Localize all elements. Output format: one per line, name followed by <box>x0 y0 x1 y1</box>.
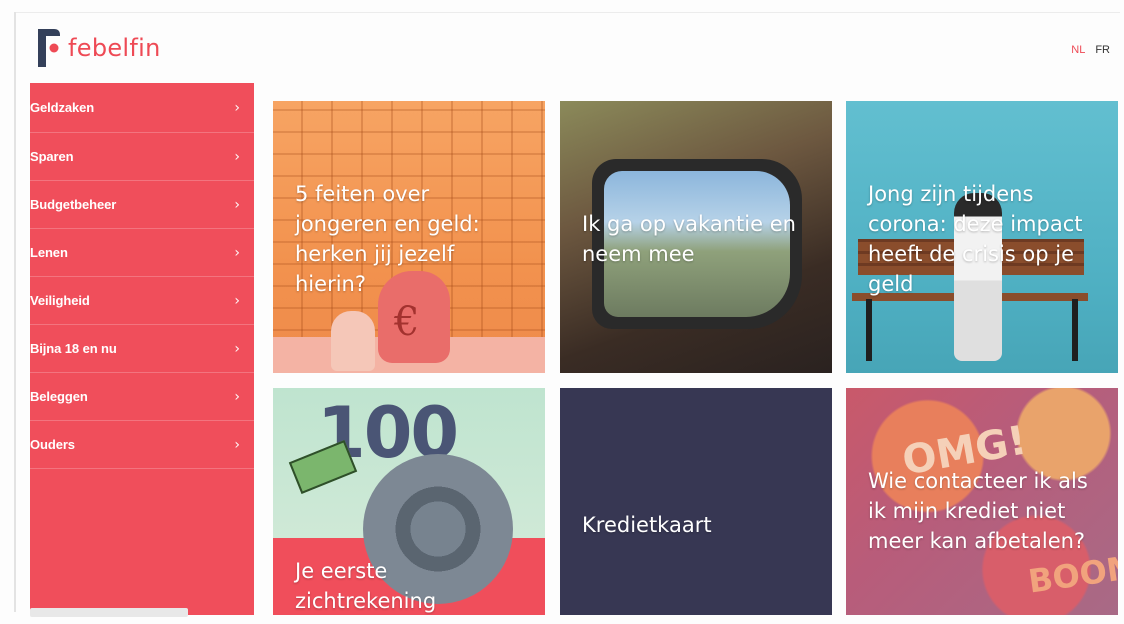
sidebar-item-geldzaken[interactable]: Geldzaken › <box>30 83 254 133</box>
chevron-right-icon: › <box>234 148 240 165</box>
sidebar-item-lenen[interactable]: Lenen › <box>30 229 254 277</box>
chevron-right-icon: › <box>234 436 240 453</box>
sidebar-item-label: Veiligheid <box>30 293 90 308</box>
sidebar-item-budgetbeheer[interactable]: Budgetbeheer › <box>30 181 254 229</box>
sidebar-item-label: Beleggen <box>30 389 88 404</box>
card-title: Jong zijn tijdens corona: deze impact he… <box>868 182 1083 296</box>
euro-icon: € <box>394 299 420 345</box>
article-card-jongeren-en-geld[interactable]: € 5 feiten over jongeren en geld: herken… <box>273 101 545 373</box>
card-title: 5 feiten over jongeren en geld: herken j… <box>295 182 480 296</box>
sidebar-item-sparen[interactable]: Sparen › <box>30 133 254 181</box>
article-card-kredietkaart[interactable]: Kredietkaart <box>560 388 832 615</box>
sidebar-item-label: Ouders <box>30 437 75 452</box>
sidebar-item-ouders[interactable]: Ouders › <box>30 421 254 469</box>
sidebar-item-beleggen[interactable]: Beleggen › <box>30 373 254 421</box>
language-switcher: NL FR <box>1071 44 1110 56</box>
page-top-rule <box>16 12 1120 13</box>
sidebar-item-label: Budgetbeheer <box>30 197 117 212</box>
sidebar-item-label: Lenen <box>30 245 68 260</box>
chevron-right-icon: › <box>234 244 240 261</box>
chevron-right-icon: › <box>234 196 240 213</box>
status-bar-tooltip <box>30 608 188 617</box>
page-left-rule <box>14 12 16 612</box>
article-card-corona[interactable]: Jong zijn tijdens corona: deze impact he… <box>846 101 1118 373</box>
febelfin-logo[interactable]: febelfin <box>36 26 161 70</box>
chevron-right-icon: › <box>234 292 240 309</box>
brand-name: febelfin <box>68 34 161 62</box>
chevron-right-icon: › <box>234 388 240 405</box>
bench-leg-image <box>866 299 872 361</box>
card-title: Ik ga op vakantie en neem mee <box>582 212 796 266</box>
article-card-krediet-afbetalen[interactable]: OMG! BOOM! Wie contacteer ik als ik mijn… <box>846 388 1118 615</box>
card-title: Kredietkaart <box>582 513 712 537</box>
article-card-vakantie[interactable]: Ik ga op vakantie en neem mee <box>560 101 832 373</box>
chevron-right-icon: › <box>234 340 240 357</box>
bench-leg-image <box>1072 299 1078 361</box>
article-card-zichtrekening[interactable]: 100 Je eerste zichtrekening <box>273 388 545 615</box>
chevron-right-icon: › <box>234 99 240 116</box>
sidebar-item-label: Geldzaken <box>30 100 95 115</box>
person-image <box>331 311 375 371</box>
lang-fr-link[interactable]: FR <box>1095 44 1110 56</box>
sidebar-item-label: Bijna 18 en nu <box>30 341 117 356</box>
sidebar-item-veiligheid[interactable]: Veiligheid › <box>30 277 254 325</box>
sidebar-item-bijna-18-en-nu[interactable]: Bijna 18 en nu › <box>30 325 254 373</box>
card-title: Wie contacteer ik als ik mijn krediet ni… <box>868 469 1088 553</box>
card-title: Je eerste zichtrekening <box>295 559 437 613</box>
sidebar-item-label: Sparen <box>30 149 74 164</box>
sidebar-nav: Geldzaken › Sparen › Budgetbeheer › Lene… <box>30 83 254 615</box>
lang-nl-link[interactable]: NL <box>1071 44 1085 56</box>
febelfin-logo-icon <box>38 29 60 67</box>
